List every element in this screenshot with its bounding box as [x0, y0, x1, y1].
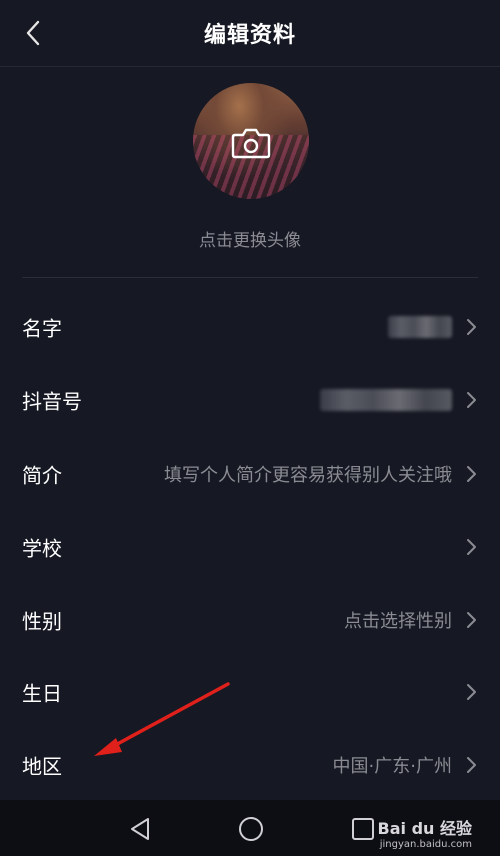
row-douyin-id[interactable]: 抖音号 [0, 364, 500, 436]
blurred-id-value [320, 389, 452, 411]
avatar[interactable] [193, 83, 309, 199]
row-school[interactable]: 学校 [0, 511, 500, 583]
region-value: 中国·广东·广州 [332, 756, 452, 777]
nav-home-icon[interactable] [236, 814, 266, 844]
row-label: 地区 [22, 754, 62, 779]
row-label: 性别 [22, 609, 62, 634]
camera-icon [231, 128, 271, 159]
annotation-arrow-icon [94, 682, 230, 756]
chevron-right-icon [467, 612, 476, 628]
chevron-right-icon [467, 757, 476, 773]
chevron-right-icon [467, 539, 476, 555]
change-avatar-link[interactable]: 点击更换头像 [0, 226, 500, 251]
system-nav-bar: Bai du 经验 jingyan.baidu.com [0, 800, 500, 856]
divider [22, 277, 478, 278]
chevron-right-icon [467, 392, 476, 408]
row-label: 名字 [22, 316, 62, 341]
page-title: 编辑资料 [203, 23, 296, 48]
chevron-right-icon [467, 319, 476, 335]
watermark-url: jingyan.baidu.com [379, 839, 472, 850]
row-gender[interactable]: 性别 点击选择性别 [0, 584, 500, 656]
nav-recent-icon[interactable] [348, 814, 378, 844]
blurred-name-value [388, 316, 452, 338]
row-label: 生日 [22, 681, 62, 706]
row-bio[interactable]: 简介 填写个人简介更容易获得别人关注哦 [0, 438, 500, 510]
row-name[interactable]: 名字 [0, 291, 500, 363]
watermark-brand: Bai du 经验 [377, 819, 472, 838]
chevron-right-icon [467, 466, 476, 482]
row-label: 学校 [22, 536, 62, 561]
row-birthday[interactable]: 生日 [0, 656, 500, 728]
row-region[interactable]: 地区 中国·广东·广州 [0, 729, 500, 801]
chevron-right-icon [467, 684, 476, 700]
row-label: 抖音号 [22, 389, 82, 414]
gender-value: 点击选择性别 [344, 611, 452, 632]
top-bar: 编辑资料 [0, 0, 500, 67]
nav-back-icon[interactable] [126, 814, 156, 844]
row-label: 简介 [22, 463, 62, 488]
baidu-jingyan-watermark: Bai du 经验 jingyan.baidu.com [378, 815, 472, 850]
bio-value: 填写个人简介更容易获得别人关注哦 [164, 465, 452, 486]
